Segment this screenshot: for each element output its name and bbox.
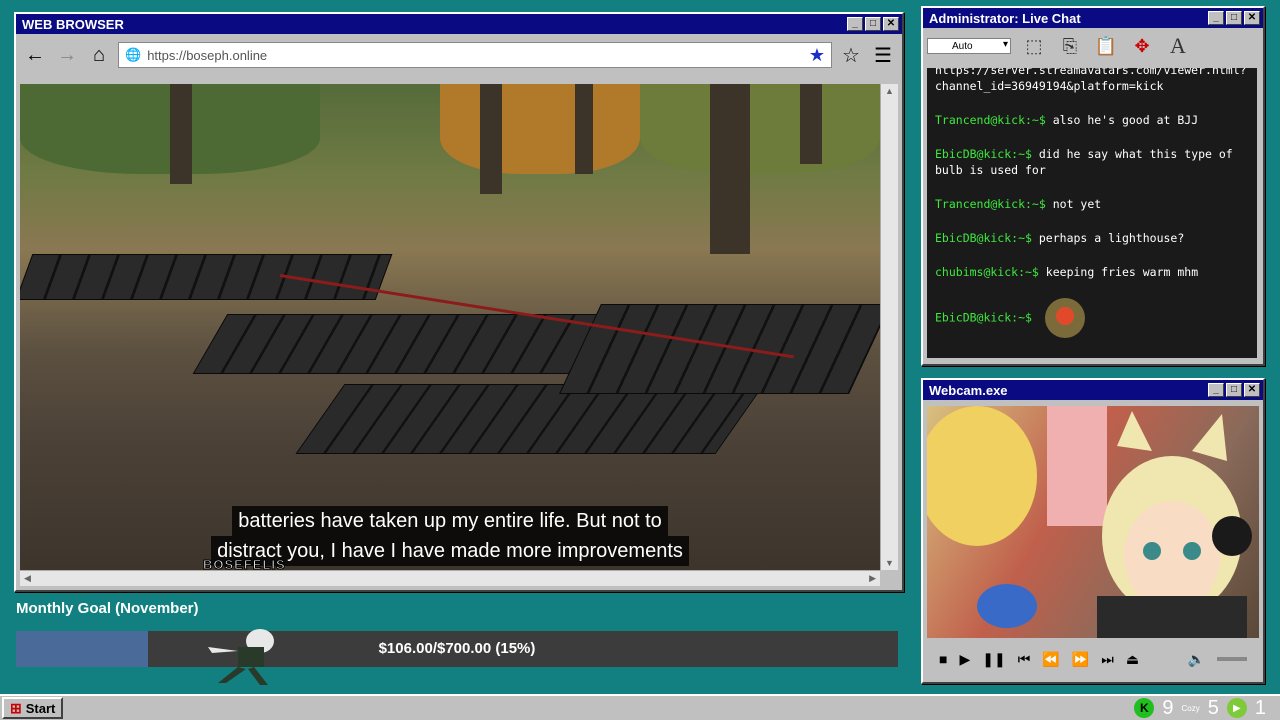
video-viewport[interactable]: batteries have taken up my entire life. … bbox=[20, 84, 880, 570]
start-button[interactable]: ⊞ Start bbox=[2, 697, 64, 719]
system-tray: K 9 Cozy 5 ▶ 1 bbox=[1134, 697, 1278, 720]
chat-text: also he's good at BJJ bbox=[1052, 113, 1199, 127]
chat-user: Trancend@kick:~$ bbox=[935, 113, 1046, 127]
scroll-up-icon[interactable]: ▲ bbox=[885, 86, 894, 96]
subtitle-line-1: batteries have taken up my entire life. … bbox=[232, 506, 668, 536]
pause-icon[interactable]: ❚❚ bbox=[982, 651, 1005, 668]
browser-title: WEB BROWSER bbox=[22, 16, 124, 32]
chat-text: https://server.streamavatars.com/viewer.… bbox=[935, 68, 1247, 93]
browser-navbar: ← → ⌂ 🌐 https://boseph.online ★ ☆ ☰ bbox=[16, 34, 902, 76]
chat-user: EbicDB@kick:~$ bbox=[935, 310, 1032, 325]
chat-text: keeping fries warm mhm bbox=[1045, 265, 1199, 279]
webcam-close-button[interactable]: ✕ bbox=[1244, 383, 1260, 397]
copy-icon[interactable]: ⎘ bbox=[1057, 33, 1083, 59]
chat-user: EbicDB@kick:~$ bbox=[935, 231, 1032, 245]
webcam-titlebar[interactable]: Webcam.exe _ □ ✕ bbox=[923, 380, 1263, 400]
bookmark-star-icon[interactable]: ★ bbox=[809, 45, 825, 66]
webcam-minimize-button[interactable]: _ bbox=[1208, 383, 1224, 397]
scroll-left-icon[interactable]: ◀ bbox=[24, 573, 31, 584]
browser-titlebar[interactable]: WEB BROWSER _ □ ✕ bbox=[16, 14, 902, 34]
start-label: Start bbox=[25, 700, 56, 716]
chat-message: Trancend@kick:~$ also he's good at BJJ bbox=[935, 112, 1249, 128]
chat-message: EbicDB@kick:~$ perhaps a lighthouse? bbox=[935, 230, 1249, 246]
skip-forward-icon[interactable]: ⏭ bbox=[1101, 651, 1114, 668]
volume-slider[interactable] bbox=[1217, 657, 1247, 661]
horizontal-scrollbar[interactable]: ◀ ▶ bbox=[20, 570, 880, 586]
chat-message: chubims@kick:~$ keeping fries warm mhm bbox=[935, 264, 1249, 280]
vertical-scrollbar[interactable]: ▲ ▼ bbox=[880, 84, 898, 570]
menu-icon[interactable]: ☰ bbox=[870, 42, 896, 68]
windows-logo-icon: ⊞ bbox=[10, 699, 22, 716]
chat-text: perhaps a lighthouse? bbox=[1038, 231, 1185, 245]
media-controls: ■ ▶ ❚❚ ⏮ ⏪ ⏩ ⏭ ⏏ 🔈 bbox=[927, 644, 1259, 674]
back-arrow-icon[interactable]: ← bbox=[22, 42, 48, 68]
volume-icon[interactable]: 🔈 bbox=[1188, 651, 1205, 668]
move-icon[interactable]: ✥ bbox=[1129, 33, 1155, 59]
cozy-label: Cozy bbox=[1181, 703, 1200, 713]
play-icon[interactable]: ▶ bbox=[959, 651, 970, 668]
play-circle-icon[interactable]: ▶ bbox=[1226, 698, 1247, 718]
chat-message: https://server.streamavatars.com/viewer.… bbox=[935, 68, 1249, 94]
fast-forward-icon[interactable]: ⏩ bbox=[1072, 651, 1089, 668]
taskbar: ⊞ Start K 9 Cozy 5 ▶ 1 bbox=[0, 694, 1280, 720]
url-text: https://boseph.online bbox=[147, 47, 268, 63]
skip-back-icon[interactable]: ⏮ bbox=[1018, 651, 1031, 668]
goal-widget: Monthly Goal (November) $106.00/$700.00 … bbox=[16, 600, 898, 685]
goal-amount: $106.00/$700.00 (15%) bbox=[378, 640, 536, 657]
chat-toolbar: Auto ⬚ ⎘ 📋 ✥ A bbox=[923, 28, 1263, 64]
font-size-select[interactable]: Auto bbox=[927, 38, 1011, 54]
paste-icon[interactable]: 📋 bbox=[1093, 33, 1119, 59]
goal-progress-bar: $106.00/$700.00 (15%) bbox=[16, 629, 898, 685]
chat-user: Trancend@kick:~$ bbox=[935, 197, 1046, 211]
kick-logo-icon[interactable]: K bbox=[1134, 698, 1155, 718]
play-count: 1 bbox=[1254, 696, 1266, 719]
chat-log[interactable]: https://server.streamavatars.com/viewer.… bbox=[927, 68, 1257, 358]
chat-message: EbicDB@kick:~$ bbox=[935, 298, 1249, 338]
chat-text: not yet bbox=[1052, 197, 1102, 211]
chat-user: EbicDB@kick:~$ bbox=[935, 147, 1032, 161]
stop-icon[interactable]: ■ bbox=[939, 651, 947, 667]
rewind-icon[interactable]: ⏪ bbox=[1042, 651, 1059, 668]
font-icon[interactable]: A bbox=[1165, 33, 1191, 59]
scroll-down-icon[interactable]: ▼ bbox=[885, 558, 894, 568]
chat-titlebar[interactable]: Administrator: Live Chat _ □ ✕ bbox=[923, 8, 1263, 28]
chat-maximize-button[interactable]: □ bbox=[1226, 11, 1242, 25]
video-frame bbox=[20, 84, 880, 570]
home-icon[interactable]: ⌂ bbox=[86, 42, 112, 68]
maximize-button[interactable]: □ bbox=[865, 17, 881, 31]
eject-icon[interactable]: ⏏ bbox=[1126, 651, 1139, 668]
cozy-count: 5 bbox=[1207, 696, 1219, 719]
channel-watermark: BOSEFELIS bbox=[203, 557, 286, 571]
forward-arrow-icon[interactable]: → bbox=[54, 42, 80, 68]
address-bar[interactable]: 🌐 https://boseph.online ★ bbox=[118, 42, 832, 68]
chat-minimize-button[interactable]: _ bbox=[1208, 11, 1224, 25]
favorites-star-icon[interactable]: ☆ bbox=[838, 42, 864, 68]
browser-window: WEB BROWSER _ □ ✕ ← → ⌂ 🌐 https://boseph… bbox=[14, 12, 904, 592]
emote-icon bbox=[1044, 298, 1085, 338]
kick-count: 9 bbox=[1162, 696, 1174, 719]
chat-message: Trancend@kick:~$ not yet bbox=[935, 196, 1249, 212]
chat-title: Administrator: Live Chat bbox=[929, 10, 1081, 26]
select-icon[interactable]: ⬚ bbox=[1021, 33, 1047, 59]
webcam-title: Webcam.exe bbox=[929, 382, 1008, 398]
goal-title: Monthly Goal (November) bbox=[16, 600, 199, 617]
chat-close-button[interactable]: ✕ bbox=[1244, 11, 1260, 25]
webcam-feed bbox=[927, 406, 1259, 638]
chat-window: Administrator: Live Chat _ □ ✕ Auto ⬚ ⎘ … bbox=[921, 6, 1265, 366]
webcam-maximize-button[interactable]: □ bbox=[1226, 383, 1242, 397]
chat-message: EbicDB@kick:~$ did he say what this type… bbox=[935, 146, 1249, 178]
avatar-illustration bbox=[927, 406, 1252, 638]
minimize-button[interactable]: _ bbox=[847, 17, 863, 31]
scroll-right-icon[interactable]: ▶ bbox=[869, 573, 876, 584]
webcam-window: Webcam.exe _ □ ✕ ■ ▶ ❚❚ ⏮ ⏪ ⏩ ⏭ ⏏ 🔈 bbox=[921, 378, 1265, 684]
close-button[interactable]: ✕ bbox=[883, 17, 899, 31]
chat-user: chubims@kick:~$ bbox=[935, 265, 1039, 279]
globe-icon: 🌐 bbox=[125, 47, 142, 62]
